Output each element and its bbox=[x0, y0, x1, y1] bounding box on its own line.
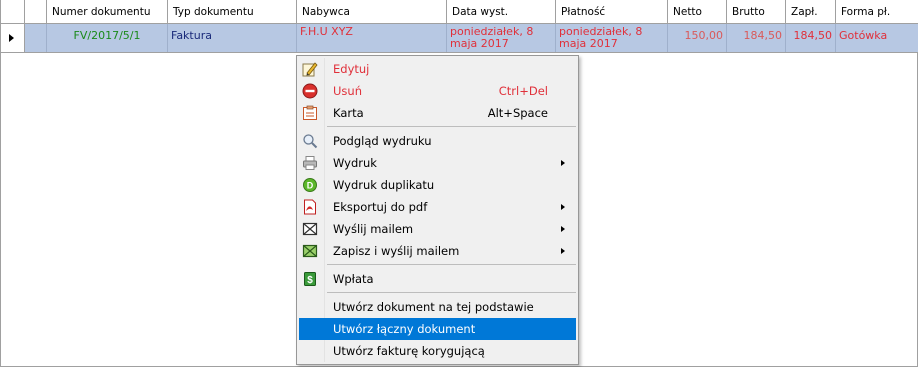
cell-nabywca: F.H.U XYZ bbox=[297, 24, 447, 52]
svg-text:$: $ bbox=[307, 275, 313, 286]
card-shortcut: Alt+Space bbox=[487, 106, 548, 120]
menu-item-export-pdf[interactable]: Eksportuj do pdf bbox=[299, 196, 576, 218]
column-header-numer[interactable]: Numer dokumentu bbox=[47, 0, 168, 23]
row-blank-cell bbox=[25, 24, 47, 52]
menu-item-preview[interactable]: Podgląd wydruku bbox=[299, 130, 576, 152]
submenu-arrow-icon bbox=[561, 204, 565, 210]
current-row-arrow-icon bbox=[9, 34, 14, 42]
column-header-typ[interactable]: Typ dokumentu bbox=[168, 0, 297, 23]
context-menu: Edytuj Usuń Ctrl+Del Karta Alt+Space Pod… bbox=[296, 55, 579, 365]
printer-icon bbox=[303, 156, 317, 170]
pdf-icon bbox=[304, 199, 316, 215]
submenu-arrow-icon bbox=[561, 160, 565, 166]
menu-separator bbox=[327, 292, 576, 293]
menu-item-print-duplicate[interactable]: D Wydruk duplikatu bbox=[299, 174, 576, 196]
column-header-nabywca[interactable]: Nabywca bbox=[297, 0, 447, 23]
cell-netto: 150,00 bbox=[668, 24, 727, 52]
cell-forma: Gotówka bbox=[839, 29, 888, 42]
table-row[interactable]: FV/2017/5/1 Faktura F.H.U XYZ poniedział… bbox=[1, 24, 918, 53]
menu-item-save-and-send-mail[interactable]: Zapisz i wyślij mailem bbox=[299, 240, 576, 262]
menu-item-card[interactable]: Karta Alt+Space bbox=[299, 102, 576, 124]
column-header-platnosc[interactable]: Płatność bbox=[556, 0, 668, 23]
submenu-arrow-icon bbox=[561, 248, 565, 254]
menu-item-create-combined-document[interactable]: Utwórz łączny dokument bbox=[299, 318, 576, 340]
menu-item-delete[interactable]: Usuń Ctrl+Del bbox=[299, 80, 576, 102]
cell-typ: Faktura bbox=[168, 24, 297, 52]
menu-item-create-based-document[interactable]: Utwórz dokument na tej podstawie bbox=[299, 296, 576, 318]
edit-icon bbox=[302, 62, 318, 77]
menu-item-create-correction-invoice[interactable]: Utwórz fakturę korygującą bbox=[299, 340, 576, 362]
row-header-corner bbox=[1, 0, 25, 23]
menu-item-print[interactable]: Wydruk bbox=[299, 152, 576, 174]
row-indicator[interactable] bbox=[1, 24, 25, 52]
delete-shortcut: Ctrl+Del bbox=[498, 84, 548, 98]
menu-separator bbox=[327, 264, 576, 265]
menu-item-payment[interactable]: $ Wpłata bbox=[299, 268, 576, 290]
mail-save-icon bbox=[302, 244, 318, 258]
submenu-arrow-icon bbox=[561, 226, 565, 232]
duplicate-icon: D bbox=[303, 178, 317, 192]
cell-zapl: 184,50 bbox=[786, 24, 836, 52]
column-header-data-wyst[interactable]: Data wyst. bbox=[447, 0, 556, 23]
column-header-brutto[interactable]: Brutto bbox=[727, 0, 786, 23]
column-header-forma[interactable]: Forma pł. bbox=[836, 0, 918, 23]
cell-data-wyst: poniedziałek, 8 maja 2017 bbox=[447, 24, 556, 52]
grid-header: Numer dokumentu Typ dokumentu Nabywca Da… bbox=[1, 0, 918, 24]
header-blank bbox=[25, 0, 47, 23]
menu-item-edit[interactable]: Edytuj bbox=[299, 58, 576, 80]
svg-text:D: D bbox=[307, 181, 314, 191]
cell-platnosc: poniedziałek, 8 maja 2017 bbox=[556, 24, 668, 52]
menu-item-send-mail[interactable]: Wyślij mailem bbox=[299, 218, 576, 240]
magnifier-icon bbox=[303, 134, 318, 149]
cell-numer: FV/2017/5/1 bbox=[47, 24, 168, 52]
mail-icon bbox=[302, 222, 318, 236]
cell-brutto: 184,50 bbox=[727, 24, 786, 52]
payment-icon: $ bbox=[304, 272, 316, 286]
column-header-netto[interactable]: Netto bbox=[668, 0, 727, 23]
delete-icon bbox=[302, 83, 318, 99]
column-header-zapl[interactable]: Zapł. bbox=[786, 0, 836, 23]
card-icon bbox=[303, 105, 317, 120]
menu-separator bbox=[327, 126, 576, 127]
